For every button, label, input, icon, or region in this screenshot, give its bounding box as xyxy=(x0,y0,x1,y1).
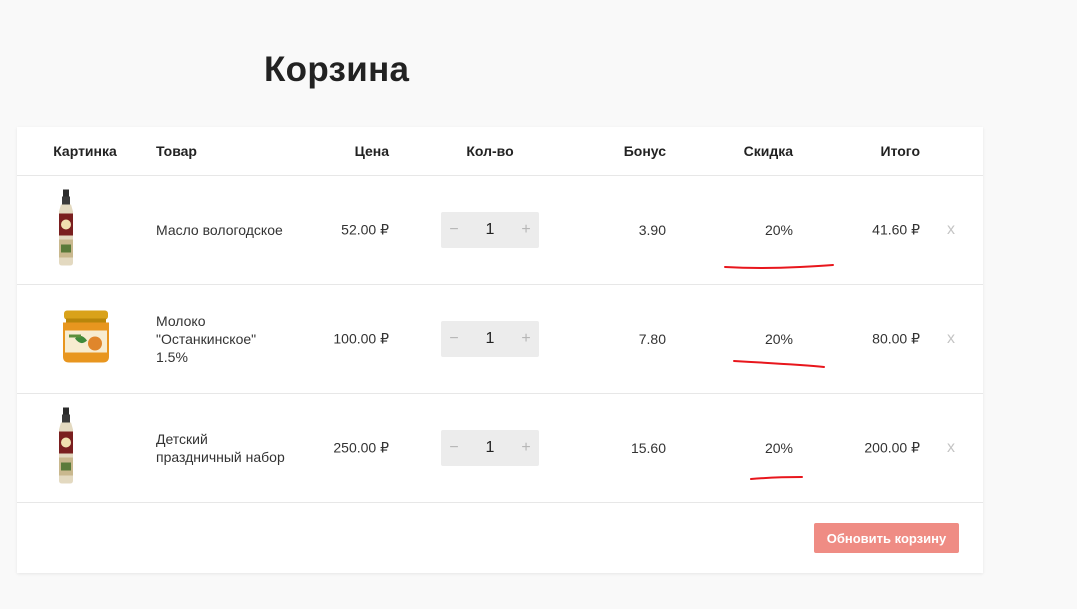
header-qty: Кол-во xyxy=(466,143,514,159)
sauce-bottle-icon xyxy=(55,189,77,271)
qty-value[interactable]: 1 xyxy=(467,439,513,457)
decrease-qty-button[interactable]: − xyxy=(441,330,467,348)
header-product: Товар xyxy=(156,143,197,159)
table-header-row: Картинка Товар Цена Кол-во Бонус Скидка … xyxy=(17,127,983,176)
product-discount: 20% xyxy=(764,440,793,456)
quantity-stepper: − 1 + xyxy=(441,430,539,466)
sauce-bottle-icon xyxy=(55,407,77,489)
qty-value[interactable]: 1 xyxy=(467,221,513,239)
update-cart-button[interactable]: Обновить корзину xyxy=(814,523,959,553)
product-name[interactable]: Молоко "Останкинское" 1.5% xyxy=(156,312,286,366)
increase-qty-button[interactable]: + xyxy=(513,221,539,239)
product-bonus: 3.90 xyxy=(638,222,666,238)
product-name[interactable]: Детский праздничный набор xyxy=(156,430,286,466)
table-row: Масло вологодское 52.00 ₽ − 1 + 3.90 20%… xyxy=(17,176,983,285)
table-row: Молоко "Останкинское" 1.5% 100.00 ₽ − 1 … xyxy=(17,285,983,394)
product-price: 52.00 ₽ xyxy=(341,221,389,238)
product-bonus: 7.80 xyxy=(638,331,666,347)
increase-qty-button[interactable]: + xyxy=(513,330,539,348)
product-discount: 20% xyxy=(764,331,793,347)
jar-icon xyxy=(61,310,111,368)
cart-page: Корзина Картинка Товар Цена Кол-во Бонус… xyxy=(0,0,1077,609)
page-title: Корзина xyxy=(264,50,410,89)
decrease-qty-button[interactable]: − xyxy=(441,439,467,457)
remove-item-button[interactable]: x xyxy=(943,330,959,348)
product-price: 100.00 ₽ xyxy=(333,330,389,347)
decrease-qty-button[interactable]: − xyxy=(441,221,467,239)
product-total: 41.60 ₽ xyxy=(872,221,920,238)
product-bonus: 15.60 xyxy=(630,440,666,456)
qty-value[interactable]: 1 xyxy=(467,330,513,348)
product-total: 80.00 ₽ xyxy=(872,330,920,347)
product-total: 200.00 ₽ xyxy=(864,439,920,456)
increase-qty-button[interactable]: + xyxy=(513,439,539,457)
product-discount: 20% xyxy=(764,222,793,238)
quantity-stepper: − 1 + xyxy=(441,212,539,248)
cart-table: Картинка Товар Цена Кол-во Бонус Скидка … xyxy=(17,127,983,573)
table-footer: Обновить корзину xyxy=(17,503,983,573)
header-price: Цена xyxy=(354,143,389,159)
remove-item-button[interactable]: x xyxy=(943,439,959,457)
header-image: Картинка xyxy=(53,143,117,159)
remove-item-button[interactable]: x xyxy=(943,221,959,239)
header-total: Итого xyxy=(880,143,920,159)
table-row: Детский праздничный набор 250.00 ₽ − 1 +… xyxy=(17,394,983,503)
product-price: 250.00 ₽ xyxy=(333,439,389,456)
header-bonus: Бонус xyxy=(623,143,666,159)
header-discount: Скидка xyxy=(743,143,793,159)
product-name[interactable]: Масло вологодское xyxy=(156,221,286,239)
quantity-stepper: − 1 + xyxy=(441,321,539,357)
